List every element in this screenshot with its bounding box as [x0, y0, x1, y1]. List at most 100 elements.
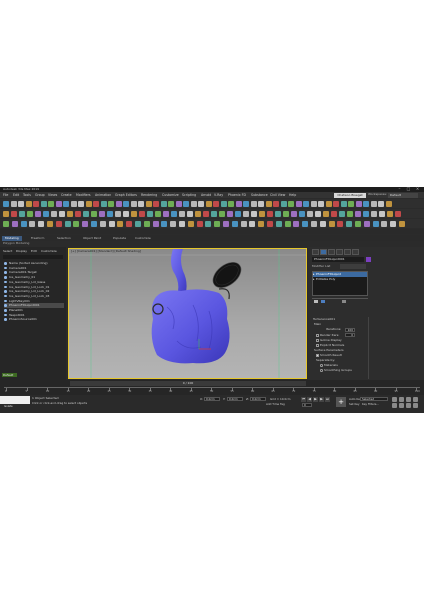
render-iters-checkbox[interactable] — [316, 334, 319, 337]
key-filters-button[interactable]: Key Filters... — [362, 403, 379, 406]
zoom-extents-icon[interactable] — [406, 397, 411, 402]
snap-icon[interactable] — [115, 200, 122, 207]
vray-icon[interactable] — [259, 210, 265, 217]
link-icon[interactable] — [243, 200, 249, 207]
phoenix-icon[interactable] — [126, 220, 133, 227]
phoenix-icon[interactable] — [91, 220, 97, 227]
vray-icon[interactable] — [171, 210, 177, 217]
vray-icon[interactable] — [243, 210, 249, 217]
vray-icon[interactable] — [179, 210, 185, 217]
z-coordinate-field[interactable]: 0.0cm — [250, 397, 266, 401]
utilities-tab-icon[interactable] — [352, 249, 359, 255]
menu-substance[interactable]: Substance — [251, 193, 268, 197]
spinner-snap-icon[interactable] — [138, 200, 144, 207]
placement-icon[interactable] — [318, 200, 324, 207]
stack-item[interactable]: ▸PhoenixFDLiquid — [313, 272, 367, 277]
vray-icon[interactable] — [251, 210, 257, 217]
rect-select-icon[interactable] — [55, 200, 62, 207]
zoom-extents-all-icon[interactable] — [413, 397, 418, 402]
render-frame-icon[interactable] — [213, 200, 219, 207]
render-icon[interactable] — [220, 200, 227, 207]
visibility-icon[interactable] — [4, 262, 7, 265]
phoenix-icon[interactable] — [187, 220, 194, 227]
vray-icon[interactable] — [115, 210, 121, 217]
workspace-dropdown[interactable]: Default — [388, 193, 418, 198]
phoenix-icon[interactable] — [249, 220, 256, 227]
vray-icon[interactable] — [163, 210, 169, 217]
percent-snap-icon[interactable] — [130, 200, 137, 207]
menu-modifiers[interactable]: Modifiers — [76, 193, 91, 197]
phoenix-icon[interactable] — [64, 220, 71, 227]
move-icon[interactable] — [70, 200, 77, 207]
menu-edit[interactable]: Edit — [13, 193, 19, 197]
menu-file[interactable]: File — [3, 193, 8, 197]
phoenix-icon[interactable] — [302, 220, 309, 227]
vray-icon[interactable] — [323, 210, 329, 217]
mirror-icon[interactable] — [153, 200, 159, 207]
phoenix-icon[interactable] — [231, 220, 238, 227]
phoenix-icon[interactable] — [214, 220, 221, 227]
next-frame-icon[interactable]: ▶ — [319, 397, 324, 402]
smoothing-groups-radio[interactable] — [320, 369, 323, 372]
field-of-view-icon[interactable] — [392, 403, 397, 408]
selected-dropdown[interactable]: Selected — [360, 397, 388, 401]
tab-object-paint[interactable]: Object Paint — [80, 236, 104, 241]
phoenix-icon[interactable] — [381, 220, 388, 227]
phoenix-icon[interactable] — [223, 220, 229, 227]
window-crossing-icon[interactable] — [288, 200, 294, 207]
redo-icon[interactable] — [235, 200, 242, 207]
x-coordinate-field[interactable]: 0.0cm — [204, 397, 220, 401]
zoom-icon[interactable] — [392, 397, 397, 402]
materials-radio[interactable] — [320, 364, 323, 367]
menu-customize[interactable]: Customize — [162, 193, 179, 197]
set-key-button[interactable]: Set Key — [349, 403, 360, 406]
isoline-checkbox[interactable] — [316, 339, 319, 342]
viewport-label[interactable]: [+] [Camera001] [Standard] [Default Shad… — [71, 250, 141, 253]
phoenix-icon[interactable] — [152, 220, 159, 227]
spinner-snap-icon[interactable] — [363, 200, 369, 207]
bind-icon[interactable] — [33, 200, 39, 207]
vray-icon[interactable] — [347, 210, 353, 217]
object-color-swatch[interactable] — [366, 257, 371, 262]
phoenix-icon[interactable] — [240, 220, 247, 227]
phoenix-icon[interactable] — [346, 220, 353, 227]
explicit-normals-checkbox[interactable] — [316, 344, 319, 347]
pivot-icon[interactable] — [108, 200, 114, 207]
phoenix-icon[interactable] — [108, 220, 115, 227]
select-icon[interactable] — [40, 200, 47, 207]
phoenix-icon[interactable] — [99, 220, 106, 227]
motion-tab-icon[interactable] — [336, 249, 343, 255]
visibility-icon[interactable] — [4, 304, 7, 307]
phoenix-icon[interactable] — [196, 220, 203, 227]
rollout-title[interactable]: Turbulence001 — [313, 318, 335, 321]
vray-icon[interactable] — [275, 210, 281, 217]
menu-phoenix[interactable]: Phoenix FD — [228, 193, 246, 197]
menu-rendering[interactable]: Rendering — [141, 193, 157, 197]
vray-icon[interactable] — [355, 210, 361, 217]
phoenix-icon[interactable] — [328, 220, 335, 227]
phoenix-icon[interactable] — [355, 220, 361, 227]
vray-icon[interactable] — [139, 210, 145, 217]
vray-icon[interactable] — [371, 210, 377, 217]
vray-icon[interactable] — [211, 210, 217, 217]
unlink-icon[interactable] — [250, 200, 257, 207]
visibility-icon[interactable] — [4, 290, 7, 293]
undo-icon[interactable] — [228, 200, 234, 207]
undo-icon[interactable] — [3, 200, 9, 207]
modify-tab-icon[interactable] — [320, 249, 327, 255]
phoenix-icon[interactable] — [73, 220, 80, 227]
go-to-start-icon[interactable]: ⏮ — [301, 397, 306, 402]
menu-tools[interactable]: Tools — [23, 193, 31, 197]
window-crossing-icon[interactable] — [63, 200, 69, 207]
scene-object-row[interactable]: PhoenixSource001 — [4, 317, 64, 322]
menu-civil-view[interactable]: Civil View — [270, 193, 285, 197]
vray-icon[interactable] — [395, 210, 401, 217]
align-icon[interactable] — [160, 200, 167, 207]
explorer-search-bar[interactable] — [3, 255, 63, 259]
visibility-icon[interactable] — [4, 271, 7, 274]
vray-icon[interactable] — [155, 210, 161, 217]
orbit-icon[interactable] — [406, 403, 411, 408]
current-frame-field[interactable]: 0 — [302, 403, 312, 407]
visibility-icon[interactable] — [4, 285, 7, 288]
tab-populate[interactable]: Populate — [110, 236, 129, 241]
